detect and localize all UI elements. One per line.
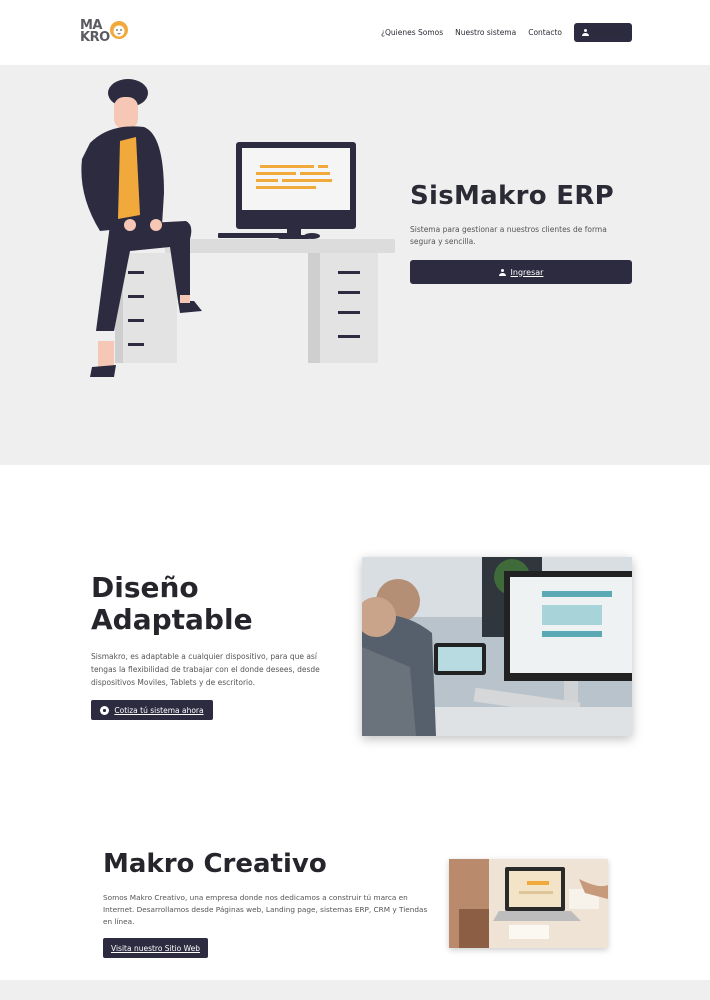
user-icon: [498, 268, 506, 276]
laptop-photo-image: [449, 859, 608, 948]
hero-title: SisMakro ERP: [410, 181, 614, 211]
hero-login-label: Ingresar: [510, 267, 544, 277]
hero-login-button[interactable]: Ingresar: [410, 260, 632, 284]
nav-link-quienes-somos[interactable]: ¿Quienes Somos: [381, 28, 443, 37]
adaptive-description: Sismakro, es adaptable a cualquier dispo…: [91, 652, 320, 687]
navbar: MA KRO ¿Quienes Somos Nuestro sistema Co…: [0, 0, 710, 65]
quote-button-label: Cotiza tú sistema ahora: [114, 705, 204, 715]
hero-section: SisMakro ERP Sistema para gestionar a nu…: [0, 65, 710, 465]
main-menu: ¿Quienes Somos Nuestro sistema Contacto …: [381, 23, 632, 42]
visit-website-button[interactable]: Visita nuestro Sitio Web: [103, 938, 208, 958]
creativo-description: Somos Makro Creativo, una empresa donde …: [103, 893, 428, 926]
nav-link-nuestro-sistema[interactable]: Nuestro sistema: [455, 28, 516, 37]
office-photo: [362, 557, 632, 736]
quote-whatsapp-button[interactable]: Cotiza tú sistema ahora: [91, 700, 213, 720]
footer-strip: [0, 980, 710, 1000]
nav-login-button[interactable]: Ingresar: [574, 23, 632, 42]
user-icon: [581, 29, 589, 36]
hero-description: Sistema para gestionar a nuestros client…: [410, 225, 607, 246]
adaptive-title: Diseño Adaptable: [91, 571, 253, 636]
makro-logo[interactable]: MA KRO: [80, 17, 130, 47]
logo-text-bottom: KRO: [80, 30, 110, 45]
visit-website-label: Visita nuestro Sitio Web: [110, 943, 200, 953]
desk-illustration: [81, 79, 395, 377]
lion-logo-icon: [110, 21, 128, 39]
whatsapp-icon: [100, 705, 110, 715]
nav-link-contacto[interactable]: Contacto: [528, 28, 562, 37]
nav-login-label: Ingresar: [593, 28, 625, 37]
office-photo-image: [362, 557, 632, 736]
creativo-title: Makro Creativo: [103, 849, 327, 879]
laptop-photo: [449, 859, 608, 948]
